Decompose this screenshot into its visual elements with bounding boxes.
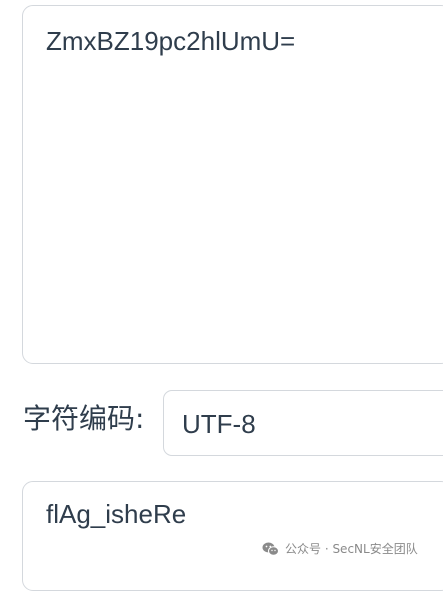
encoded-input-text: ZmxBZ19pc2hlUmU= [46, 26, 296, 56]
encoded-input-textarea[interactable]: ZmxBZ19pc2hlUmU= [22, 5, 443, 364]
encoding-select[interactable]: UTF-8 [163, 390, 443, 456]
watermark: 公众号 · SecNL安全团队 [262, 540, 418, 557]
wechat-icon [262, 542, 279, 556]
decoded-output-text: flAg_isheRe [46, 499, 187, 529]
watermark-text: 公众号 · SecNL安全团队 [285, 542, 418, 556]
encoding-select-value: UTF-8 [182, 409, 256, 439]
encoding-label: 字符编码: [23, 402, 145, 435]
decoded-output-textarea[interactable]: flAg_isheRe [22, 481, 443, 591]
